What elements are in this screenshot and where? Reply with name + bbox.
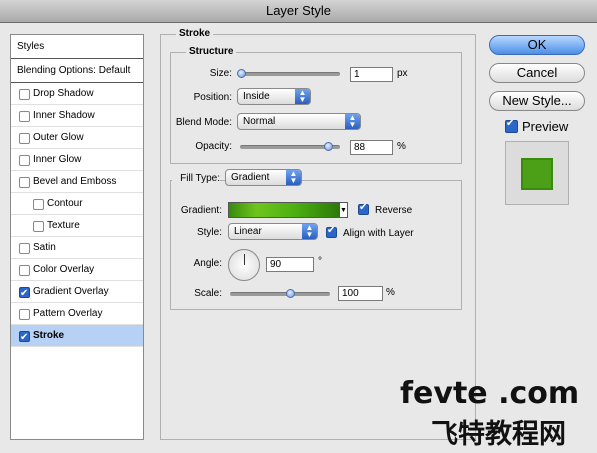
sidebar-item-checkbox[interactable] [19,283,30,305]
sidebar-item-checkbox[interactable] [19,89,30,100]
sidebar-item-label: Outer Glow [33,132,84,143]
align-with-layer-checkbox[interactable] [326,225,337,238]
fill-type-value: Gradient [231,172,270,183]
sidebar-item[interactable]: Pattern Overlay [11,303,143,325]
blend-mode-select[interactable]: Normal ▲ ▼ [237,113,361,130]
watermark-chinese: 飞特教程网 [431,419,566,450]
size-slider-thumb[interactable] [237,69,246,78]
dropdown-arrow-icon[interactable]: ▼ [340,202,348,218]
sidebar-item-label: Color Overlay [33,264,95,275]
opacity-input[interactable]: 88 [350,140,393,155]
blending-options[interactable]: Blending Options: Default [11,59,143,83]
gradient-style-value: Linear [234,226,262,237]
reverse-label: Reverse [375,205,413,216]
watermark-text: fevte .com [400,376,580,411]
new-style-button[interactable]: New Style... [489,91,585,111]
size-label: Size: [209,68,232,79]
preview-label: Preview [522,119,569,134]
sidebar-item[interactable]: Satin [11,237,143,259]
sidebar-item-label: Pattern Overlay [33,308,103,319]
sidebar-item[interactable]: Inner Glow [11,149,143,171]
sidebar-item-checkbox[interactable] [19,133,30,144]
chevron-updown-icon: ▲ ▼ [286,170,301,185]
align-with-layer-label: Align with Layer [343,228,414,239]
gradient-style-select[interactable]: Linear ▲ ▼ [228,223,318,240]
blend-mode-value: Normal [243,116,276,127]
styles-header[interactable]: Styles [11,35,143,59]
sidebar-item[interactable]: Drop Shadow [11,83,143,105]
structure-title: Structure [186,46,237,57]
size-slider-track[interactable] [240,72,340,76]
scale-slider-thumb[interactable] [286,289,295,298]
fill-type-select[interactable]: Gradient ▲ ▼ [225,169,302,186]
sidebar-item-checkbox[interactable] [33,199,44,210]
reverse-checkbox[interactable] [358,202,369,215]
scale-unit: % [386,287,395,298]
opacity-label: Opacity: [195,141,232,152]
sidebar-item-checkbox[interactable] [19,265,30,276]
sidebar-item[interactable]: Outer Glow [11,127,143,149]
sidebar-item-checkbox[interactable] [19,177,30,188]
sidebar-item-checkbox[interactable] [19,243,30,254]
gradient-picker[interactable] [228,202,340,218]
preview-checkbox[interactable] [505,118,518,133]
scale-slider-track[interactable] [230,292,330,296]
gradient-label: Gradient: [180,205,222,216]
stroke-title: Stroke [176,28,214,39]
window-title: Layer Style [265,3,332,18]
scale-label: Scale: [194,288,222,299]
style-label: Style: [196,227,222,238]
sidebar-item-checkbox[interactable] [19,327,30,349]
ok-button[interactable]: OK [489,35,585,55]
opacity-slider-thumb[interactable] [324,142,333,151]
sidebar-item-label: Bevel and Emboss [33,176,117,187]
angle-unit: ° [318,256,322,267]
styles-sidebar: Styles Blending Options: Default Drop Sh… [10,34,144,440]
scale-input[interactable]: 100 [338,286,383,301]
size-input[interactable]: 1 [350,67,393,82]
sidebar-item-label: Inner Shadow [33,110,95,121]
sidebar-item-label: Satin [33,242,56,253]
sidebar-item-checkbox[interactable] [19,309,30,320]
sidebar-item[interactable]: Color Overlay [11,259,143,281]
opacity-unit: % [397,141,406,152]
sidebar-item-checkbox[interactable] [33,221,44,232]
chevron-updown-icon: ▲ ▼ [295,89,310,104]
sidebar-item[interactable]: Contour [11,193,143,215]
blend-mode-label: Blend Mode: [175,117,232,128]
sidebar-item-label: Stroke [33,330,65,341]
preview-swatch [521,158,553,190]
sidebar-item-label: Drop Shadow [33,88,94,99]
angle-label: Angle: [193,258,222,269]
sidebar-item[interactable]: Bevel and Emboss [11,171,143,193]
angle-input[interactable]: 90 [266,257,314,272]
fill-type-label: Fill Type: [172,173,220,184]
sidebar-item[interactable]: Inner Shadow [11,105,143,127]
sidebar-item-label: Contour [47,198,83,209]
cancel-button[interactable]: Cancel [489,63,585,83]
sidebar-item-label: Inner Glow [33,154,82,165]
angle-dial[interactable] [228,249,260,281]
position-label: Position: [193,92,232,103]
sidebar-item-checkbox[interactable] [19,155,30,166]
position-value: Inside [243,91,270,102]
sidebar-item-label: Gradient Overlay [33,286,109,297]
sidebar-item-label: Texture [47,220,80,231]
title-bar: Layer Style [0,0,597,23]
sidebar-item[interactable]: Stroke [11,325,143,349]
position-select[interactable]: Inside ▲ ▼ [237,88,311,105]
preview-thumbnail [505,141,569,205]
size-unit: px [397,68,408,79]
chevron-updown-icon: ▲ ▼ [302,224,317,239]
sidebar-item-checkbox[interactable] [19,111,30,122]
sidebar-item[interactable]: Gradient Overlay [11,281,143,305]
chevron-updown-icon: ▲ ▼ [345,114,360,129]
sidebar-item[interactable]: Texture [11,215,143,237]
